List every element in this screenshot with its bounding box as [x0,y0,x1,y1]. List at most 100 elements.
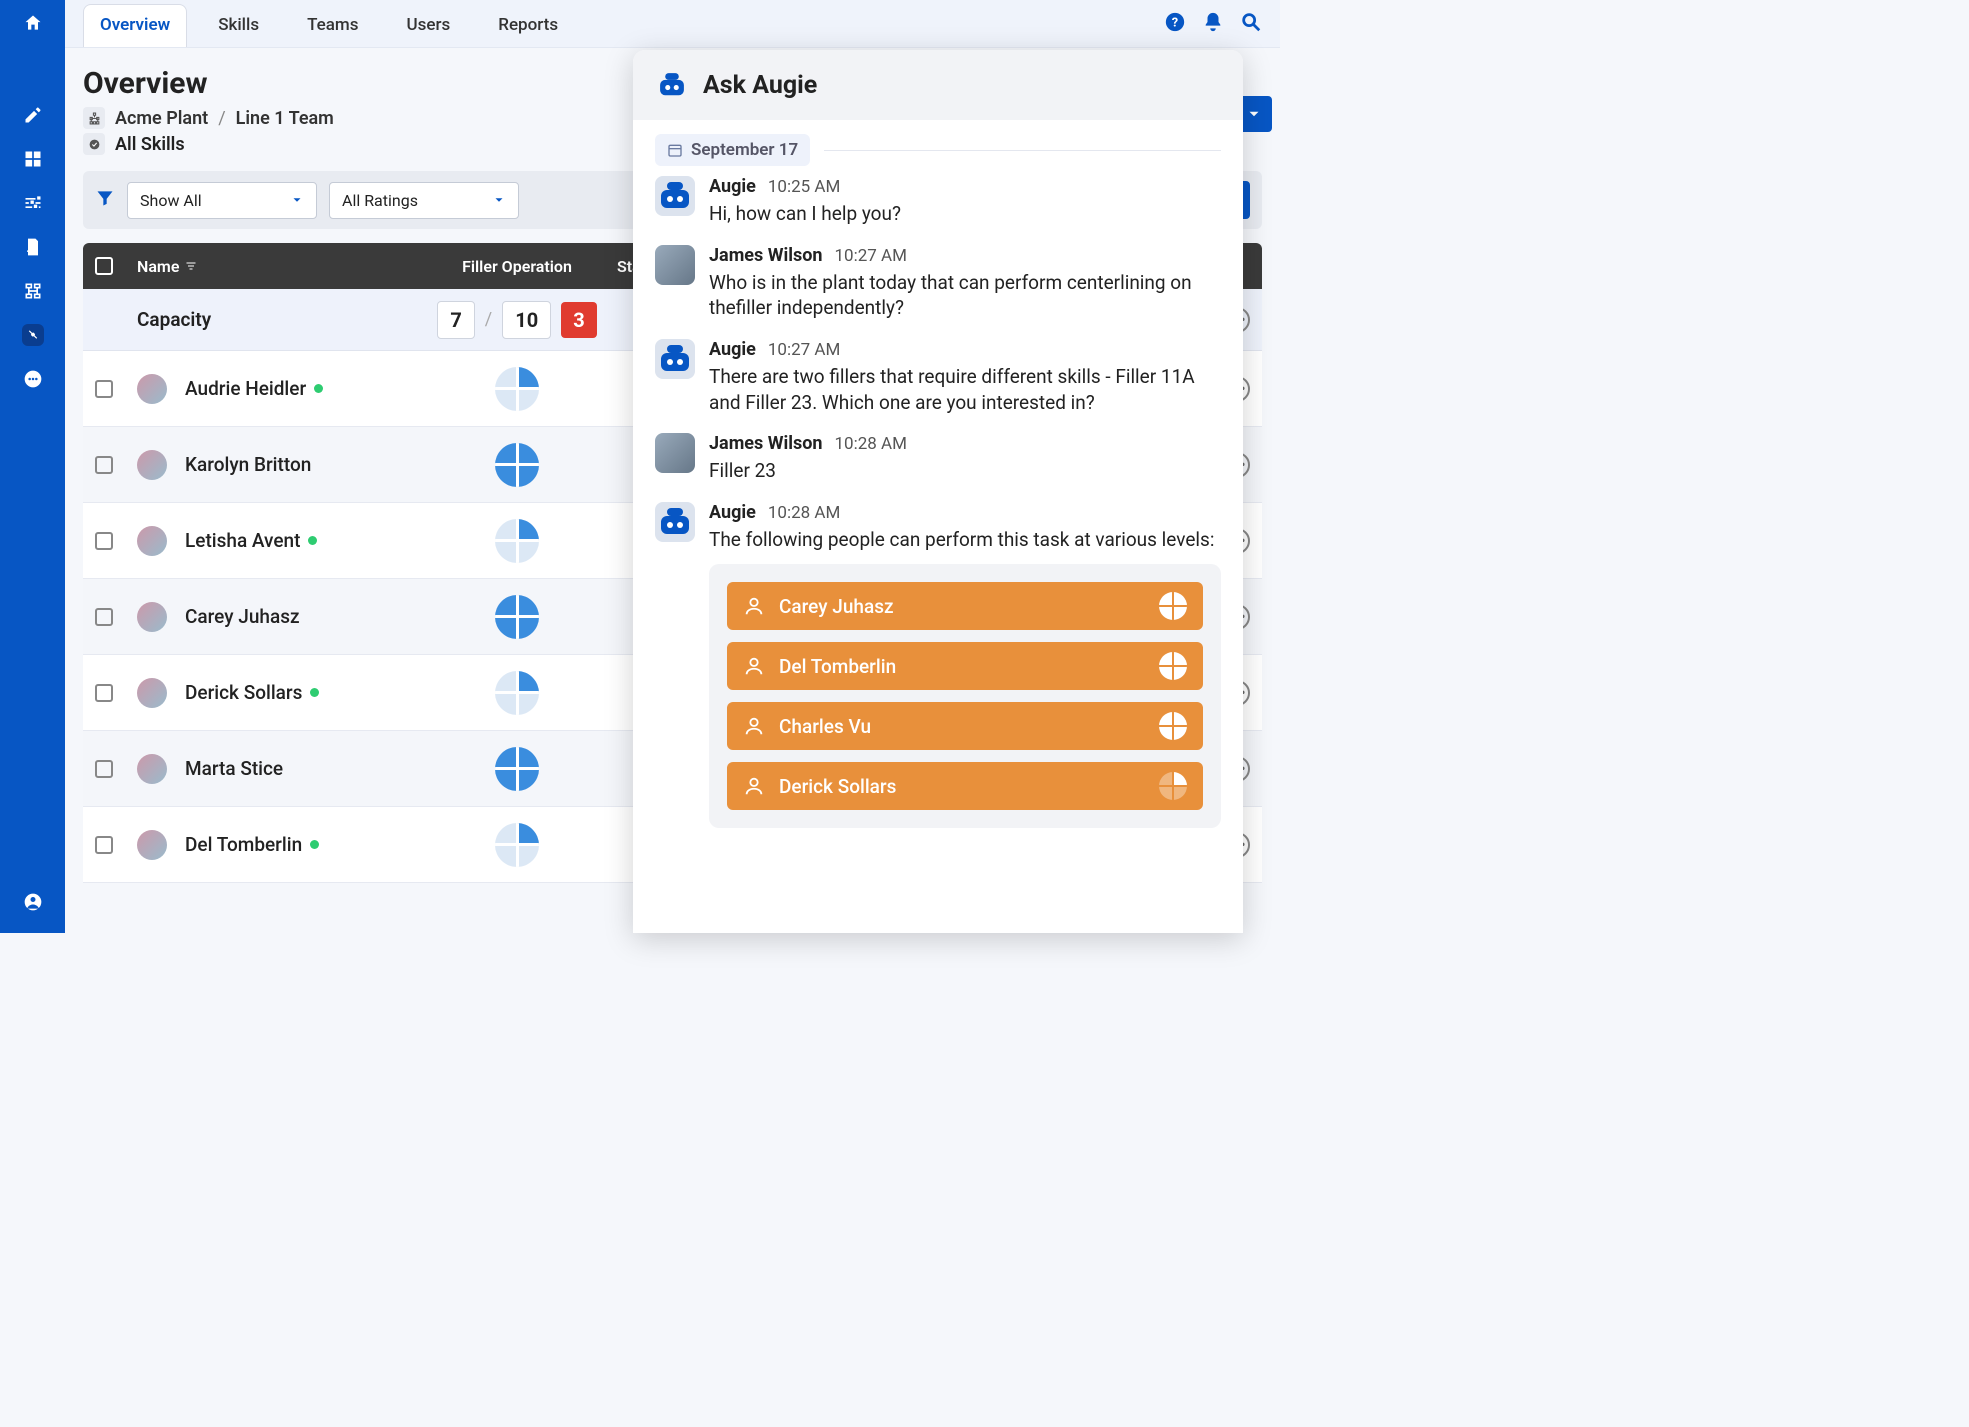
user-avatar [655,433,695,473]
result-name: Charles Vu [779,715,871,738]
crumb-team[interactable]: Line 1 Team [236,108,334,129]
tools-icon[interactable] [22,324,44,346]
result-skill-pie [1159,652,1187,680]
capacity-label: Capacity [137,308,417,331]
chat-message: James Wilson 10:27 AM Who is in the plan… [655,245,1221,321]
result-list: Carey Juhasz Del Tomberlin Charles Vu De… [709,564,1221,828]
online-dot [314,384,323,393]
result-skill-pie [1159,712,1187,740]
calendar-icon [667,142,683,158]
result-name: Carey Juhasz [779,595,894,618]
col-name-header[interactable]: Name [137,257,417,276]
svg-text:?: ? [1172,16,1178,31]
msg-from: Augie [709,176,756,197]
msg-time: 10:28 AM [768,503,840,523]
online-dot [310,840,319,849]
person-name: Derick Sollars [185,681,319,704]
msg-text: Filler 23 [709,458,1221,484]
filter-icon[interactable] [95,188,115,212]
ratings-select[interactable]: All Ratings [329,182,519,219]
chat-title: Ask Augie [703,71,817,100]
capacity-of: 10 [502,301,551,339]
msg-text: Who is in the plant today that can perfo… [709,270,1221,321]
tab-teams[interactable]: Teams [290,4,375,47]
result-name: Derick Sollars [779,775,896,798]
col-op-header[interactable]: Filler Operation [417,257,617,276]
person-icon [743,775,765,797]
show-select[interactable]: Show All [127,182,317,219]
chevron-down-icon [290,193,304,207]
select-all-checkbox[interactable] [95,257,113,275]
result-chip[interactable]: Charles Vu [727,702,1203,750]
tab-users[interactable]: Users [390,4,468,47]
skill-pie [495,671,539,715]
skill-pie [495,595,539,639]
row-checkbox[interactable] [95,456,113,474]
chat-body: September 17 Augie 10:25 AM Hi, how can … [633,120,1243,933]
msg-time: 10:27 AM [768,340,840,360]
row-checkbox[interactable] [95,608,113,626]
msg-text: There are two fillers that require diffe… [709,364,1221,415]
msg-from: James Wilson [709,433,823,454]
person-name: Carey Juhasz [185,605,300,628]
more-icon[interactable] [22,368,44,390]
chat-message: Augie 10:27 AM There are two fillers tha… [655,339,1221,415]
msg-from: Augie [709,339,756,360]
edit-icon[interactable] [22,104,44,126]
result-chip[interactable]: Derick Sollars [727,762,1203,810]
skill-pie [495,747,539,791]
chat-message: Augie 10:28 AM The following people can … [655,502,1221,829]
online-dot [310,688,319,697]
crumb-plant[interactable]: Acme Plant [115,108,208,129]
tab-skills[interactable]: Skills [201,4,276,47]
tree-icon[interactable] [22,280,44,302]
report-icon[interactable] [22,236,44,258]
person-icon [743,715,765,737]
account-icon[interactable] [22,891,44,913]
capacity-gap: 3 [561,302,596,338]
row-checkbox[interactable] [95,760,113,778]
grid-icon[interactable] [22,148,44,170]
msg-from: James Wilson [709,245,823,266]
person-name: Del Tomberlin [185,833,319,856]
msg-text: Hi, how can I help you? [709,201,1221,227]
help-icon[interactable]: ? [1164,11,1186,37]
skill-pie [495,443,539,487]
org-icon [83,107,105,129]
sliders-icon[interactable] [22,192,44,214]
nav-tabs: Overview Skills Teams Users Reports [83,4,575,47]
person-name: Audrie Heidler [185,377,323,400]
online-dot [308,536,317,545]
tab-reports[interactable]: Reports [481,4,575,47]
row-checkbox[interactable] [95,532,113,550]
tab-overview[interactable]: Overview [83,4,187,47]
msg-time: 10:25 AM [768,177,840,197]
row-checkbox[interactable] [95,684,113,702]
chat-date-chip: September 17 [655,134,810,166]
home-icon[interactable] [22,12,44,34]
all-skills-label[interactable]: All Skills [115,134,185,155]
bot-avatar [655,339,695,379]
result-chip[interactable]: Del Tomberlin [727,642,1203,690]
bell-icon[interactable] [1202,11,1224,37]
person-icon [743,655,765,677]
avatar [137,374,167,404]
result-skill-pie [1159,592,1187,620]
skill-pie [495,823,539,867]
row-checkbox[interactable] [95,380,113,398]
avatar [137,526,167,556]
bot-icon [655,68,689,102]
sort-icon [185,260,197,272]
search-icon[interactable] [1240,11,1262,37]
msg-time: 10:28 AM [835,434,907,454]
msg-time: 10:27 AM [835,246,907,266]
result-chip[interactable]: Carey Juhasz [727,582,1203,630]
person-name: Marta Stice [185,757,283,780]
row-checkbox[interactable] [95,836,113,854]
skill-pie [495,367,539,411]
chat-message: Augie 10:25 AM Hi, how can I help you? [655,176,1221,227]
chat-panel: Ask Augie September 17 Augie 10:25 AM Hi… [633,50,1243,933]
left-rail [0,0,65,933]
topbar: Overview Skills Teams Users Reports ? [65,0,1280,48]
result-name: Del Tomberlin [779,655,896,678]
